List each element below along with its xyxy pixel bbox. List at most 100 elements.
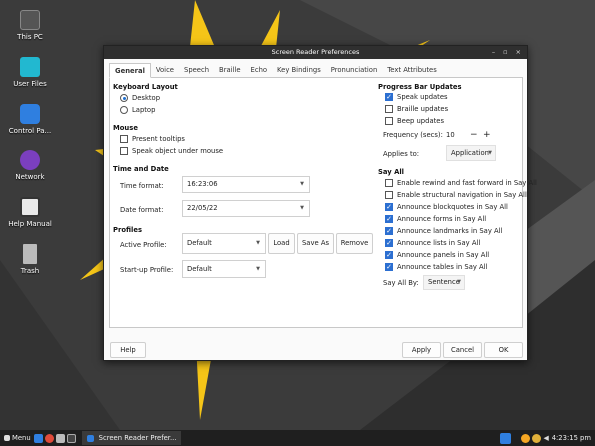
say-all-option[interactable]: ✓ Announce lists in Say All: [385, 239, 480, 247]
increment-button[interactable]: +: [483, 128, 493, 142]
tab-bar: General Voice Speech Braille Echo Key Bi…: [109, 63, 523, 78]
files-launcher-icon[interactable]: [33, 433, 43, 443]
present-tooltips-checkbox[interactable]: Present tooltips: [120, 135, 185, 143]
beep-updates-checkbox[interactable]: Beep updates: [385, 117, 444, 125]
say-all-option[interactable]: ✓ Announce panels in Say All: [385, 251, 489, 259]
maximize-button[interactable]: ▫: [503, 46, 507, 59]
chevron-down-icon: ▼: [457, 279, 461, 285]
frequency-label: Frequency (secs):: [383, 131, 443, 139]
accessibility-tray-icon[interactable]: [500, 432, 512, 444]
chevron-down-icon: ▼: [488, 150, 492, 156]
applies-to-combo[interactable]: Application ▼: [446, 145, 496, 161]
braille-updates-checkbox[interactable]: Braille updates: [385, 105, 448, 113]
minimize-button[interactable]: –: [492, 46, 495, 59]
say-all-option[interactable]: ✓ Announce forms in Say All: [385, 215, 486, 223]
tab-general[interactable]: General: [109, 63, 151, 78]
desktop-icon-user-files[interactable]: User Files: [0, 57, 60, 88]
help-button[interactable]: Help: [110, 342, 146, 358]
checkbox-indicator: [385, 191, 393, 199]
chevron-down-icon: ▼: [256, 240, 260, 246]
checkbox-indicator: [120, 135, 128, 143]
volume-icon[interactable]: ◀: [543, 434, 548, 442]
dialog-title: Screen Reader Preferences: [271, 48, 360, 56]
trash-icon: [23, 244, 37, 264]
progress-updates-heading: Progress Bar Updates: [378, 83, 462, 91]
check-icon: ✓: [385, 215, 393, 223]
date-format-label: Date format:: [120, 206, 164, 214]
tab-pronunciation[interactable]: Pronunciation: [326, 63, 383, 77]
accessibility-icon: [86, 434, 94, 442]
profiles-heading: Profiles: [113, 226, 143, 234]
save-as-button[interactable]: Save As: [297, 233, 334, 254]
radio-desktop[interactable]: Desktop: [120, 94, 160, 102]
update-tray-icon[interactable]: [521, 433, 531, 443]
browser-launcher-icon[interactable]: [44, 433, 54, 443]
say-all-option[interactable]: ✓ Announce tables in Say All: [385, 263, 487, 271]
taskbar-item-screen-reader[interactable]: Screen Reader Prefer...: [81, 431, 182, 445]
tab-braille[interactable]: Braille: [214, 63, 245, 77]
close-button[interactable]: ×: [516, 46, 521, 59]
network-tray-icon[interactable]: [532, 433, 542, 443]
start-menu-button[interactable]: Menu: [4, 434, 31, 442]
check-icon: ✓: [385, 251, 393, 259]
say-all-option[interactable]: Enable rewind and fast forward in Say Al…: [385, 179, 537, 187]
speak-updates-checkbox[interactable]: ✓ Speak updates: [385, 93, 448, 101]
desktop-icon-this-pc[interactable]: This PC: [0, 10, 60, 41]
desktop-icon-network[interactable]: Network: [0, 150, 60, 181]
desktop-icon-control-panel[interactable]: Control Pa...: [0, 104, 60, 135]
applies-to-label: Applies to:: [383, 150, 420, 158]
menu-icon: [4, 435, 10, 441]
tab-key-bindings[interactable]: Key Bindings: [272, 63, 326, 77]
say-all-option[interactable]: ✓ Announce landmarks in Say All: [385, 227, 502, 235]
active-profile-combo[interactable]: Default ▼: [182, 233, 266, 254]
check-icon: ✓: [385, 93, 393, 101]
apply-button[interactable]: Apply: [402, 342, 441, 358]
radio-laptop[interactable]: Laptop: [120, 106, 155, 114]
cancel-button[interactable]: Cancel: [443, 342, 482, 358]
desktop-icon-help-manual[interactable]: Help Manual: [0, 197, 60, 228]
files-app-launcher-icon[interactable]: [55, 433, 65, 443]
folder-icon: [20, 57, 40, 77]
active-profile-label: Active Profile:: [120, 241, 167, 249]
ok-button[interactable]: OK: [484, 342, 523, 358]
remove-button[interactable]: Remove: [336, 233, 373, 254]
general-panel: Keyboard Layout Desktop Laptop Mouse Pre…: [109, 78, 537, 328]
load-button[interactable]: Load: [268, 233, 295, 254]
startup-profile-combo[interactable]: Default ▼: [182, 260, 266, 278]
keyboard-layout-heading: Keyboard Layout: [113, 83, 178, 91]
tab-voice[interactable]: Voice: [151, 63, 179, 77]
dialog-titlebar[interactable]: Screen Reader Preferences – ▫ ×: [104, 46, 527, 59]
checkbox-indicator: [385, 117, 393, 125]
chevron-down-icon: ▼: [300, 181, 304, 187]
say-all-heading: Say All: [378, 168, 404, 176]
checkbox-indicator: [120, 147, 128, 155]
radio-indicator: [120, 94, 128, 102]
tab-echo[interactable]: Echo: [246, 63, 273, 77]
say-all-by-combo[interactable]: Sentence ▼: [423, 275, 465, 290]
check-icon: ✓: [385, 239, 393, 247]
radio-indicator: [120, 106, 128, 114]
terminal-launcher-icon[interactable]: [66, 433, 76, 443]
time-format-label: Time format:: [120, 182, 164, 190]
time-format-combo[interactable]: 16:23:06 ▼: [182, 176, 310, 193]
clock[interactable]: 4:23:15 pm: [552, 434, 591, 442]
tab-text-attributes[interactable]: Text Attributes: [382, 63, 441, 77]
say-all-option[interactable]: Enable structural navigation in Say All: [385, 191, 527, 199]
speak-object-under-mouse-checkbox[interactable]: Speak object under mouse: [120, 147, 223, 155]
date-format-combo[interactable]: 22/05/22 ▼: [182, 200, 310, 217]
frequency-value[interactable]: 10: [446, 128, 468, 142]
help-book-icon: [20, 197, 40, 217]
taskbar: Menu Screen Reader Prefer... ◀ 4:23:15 p…: [0, 430, 595, 446]
checkbox-indicator: [385, 179, 393, 187]
check-icon: ✓: [385, 263, 393, 271]
startup-profile-label: Start-up Profile:: [120, 266, 174, 274]
preferences-dialog: Screen Reader Preferences – ▫ × General …: [103, 45, 537, 361]
say-all-option[interactable]: ✓ Announce blockquotes in Say All: [385, 203, 508, 211]
tab-speech[interactable]: Speech: [179, 63, 214, 77]
checkbox-indicator: [385, 105, 393, 113]
control-panel-icon: [20, 104, 40, 124]
desktop-icon-trash[interactable]: Trash: [0, 244, 60, 275]
decrement-button[interactable]: −: [470, 128, 480, 142]
say-all-by-label: Say All By:: [383, 279, 419, 287]
network-icon: [20, 150, 40, 170]
